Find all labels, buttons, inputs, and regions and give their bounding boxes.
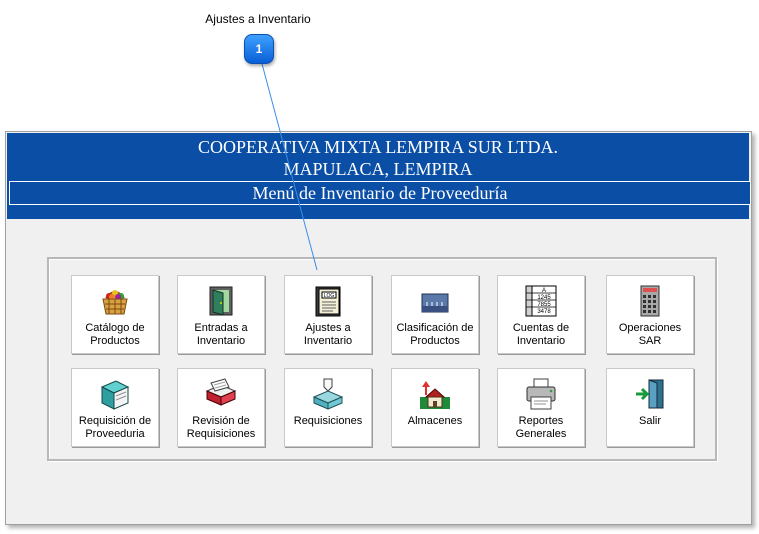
operaciones-sar-button[interactable]: Operaciones SAR bbox=[606, 275, 694, 354]
inbox-tray-icon bbox=[310, 377, 346, 411]
header-banner: COOPERATIVA MIXTA LEMPIRA SUR LTDA. MAPU… bbox=[7, 133, 751, 219]
ajustes-label-2: Inventario bbox=[303, 335, 353, 347]
company-line-2: MAPULACA, LEMPIRA bbox=[283, 159, 473, 179]
reportes-label-2: Generales bbox=[515, 428, 567, 440]
drawer-icon bbox=[417, 284, 453, 318]
ledger-n3-text: 3478 bbox=[537, 309, 551, 315]
operaciones-label-2: SAR bbox=[638, 335, 662, 347]
clasificacion-label-1: Clasificación de bbox=[396, 322, 474, 334]
revision-label-1: Revisión de bbox=[192, 415, 250, 427]
requisiciones-button[interactable]: Requisiciones bbox=[284, 368, 372, 447]
clasificacion-label-2: Productos bbox=[410, 335, 460, 347]
calculator-icon bbox=[632, 284, 668, 318]
salir-label-1: Salir bbox=[638, 415, 661, 427]
ledger-icon: A 1245 7855 3478 bbox=[523, 284, 559, 318]
company-line-1: COOPERATIVA MIXTA LEMPIRA SUR LTDA. bbox=[197, 137, 559, 157]
cuentas-inventario-button[interactable]: A 1245 7855 3478 Cuentas de Inventario bbox=[497, 275, 585, 354]
book-icon bbox=[97, 377, 133, 411]
callout-badge: 1 bbox=[244, 34, 274, 64]
basket-icon bbox=[97, 284, 133, 318]
menu-title-bar: Menú de Inventario de Proveeduría bbox=[9, 181, 751, 205]
entradas-label-2: Inventario bbox=[196, 335, 246, 347]
salir-button[interactable]: Salir bbox=[606, 368, 694, 447]
inventory-menu-window: COOPERATIVA MIXTA LEMPIRA SUR LTDA. MAPU… bbox=[5, 131, 752, 525]
clasificacion-productos-button[interactable]: Clasificación de Productos bbox=[391, 275, 479, 354]
callout-label: Ajustes a Inventario bbox=[205, 12, 311, 26]
almacenes-label-1: Almacenes bbox=[407, 415, 463, 427]
menu-title: Menú de Inventario de Proveeduría bbox=[252, 183, 508, 203]
button-panel: Catálogo de Productos Entradas a Inventari… bbox=[47, 257, 717, 461]
cuentas-label-1: Cuentas de bbox=[512, 322, 570, 334]
ajustes-inventario-button[interactable]: LOG Ajustes a Inventario bbox=[284, 275, 372, 354]
door-entry-icon bbox=[203, 284, 239, 318]
catalogo-label-2: Productos bbox=[90, 335, 140, 347]
operaciones-label-1: Operaciones bbox=[618, 322, 682, 334]
log-text: LOG bbox=[324, 293, 335, 299]
ledger-n1-text: 1245 bbox=[537, 295, 551, 301]
ajustes-label-1: Ajustes a bbox=[305, 322, 351, 334]
revision-requisiciones-button[interactable]: Revisión de Requisiciones bbox=[177, 368, 265, 447]
requisicion-proveeduria-button[interactable]: Requisición de Proveeduria bbox=[71, 368, 159, 447]
ledger-a-text: A bbox=[542, 288, 546, 294]
card-file-icon bbox=[203, 377, 239, 411]
catalogo-label-1: Catálogo de bbox=[85, 322, 145, 334]
entradas-label-1: Entradas a bbox=[194, 322, 248, 334]
requisiciones-label-1: Requisiciones bbox=[293, 415, 363, 427]
log-book-icon: LOG bbox=[310, 284, 346, 318]
printer-icon bbox=[523, 377, 559, 411]
revision-label-2: Requisiciones bbox=[186, 428, 256, 440]
catalogo-productos-button[interactable]: Catálogo de Productos bbox=[71, 275, 159, 354]
reportes-generales-button[interactable]: Reportes Generales bbox=[497, 368, 585, 447]
requisicion-label-1: Requisición de bbox=[78, 415, 152, 427]
warehouse-icon bbox=[417, 377, 453, 411]
company-name: COOPERATIVA MIXTA LEMPIRA SUR LTDA. MAPU… bbox=[7, 136, 749, 180]
cuentas-label-2: Inventario bbox=[516, 335, 566, 347]
ledger-n2-text: 7855 bbox=[537, 302, 551, 308]
entradas-inventario-button[interactable]: Entradas a Inventario bbox=[177, 275, 265, 354]
almacenes-button[interactable]: Almacenes bbox=[391, 368, 479, 447]
exit-door-icon bbox=[632, 377, 668, 411]
requisicion-label-2: Proveeduria bbox=[85, 428, 145, 440]
reportes-label-1: Reportes bbox=[518, 415, 564, 427]
